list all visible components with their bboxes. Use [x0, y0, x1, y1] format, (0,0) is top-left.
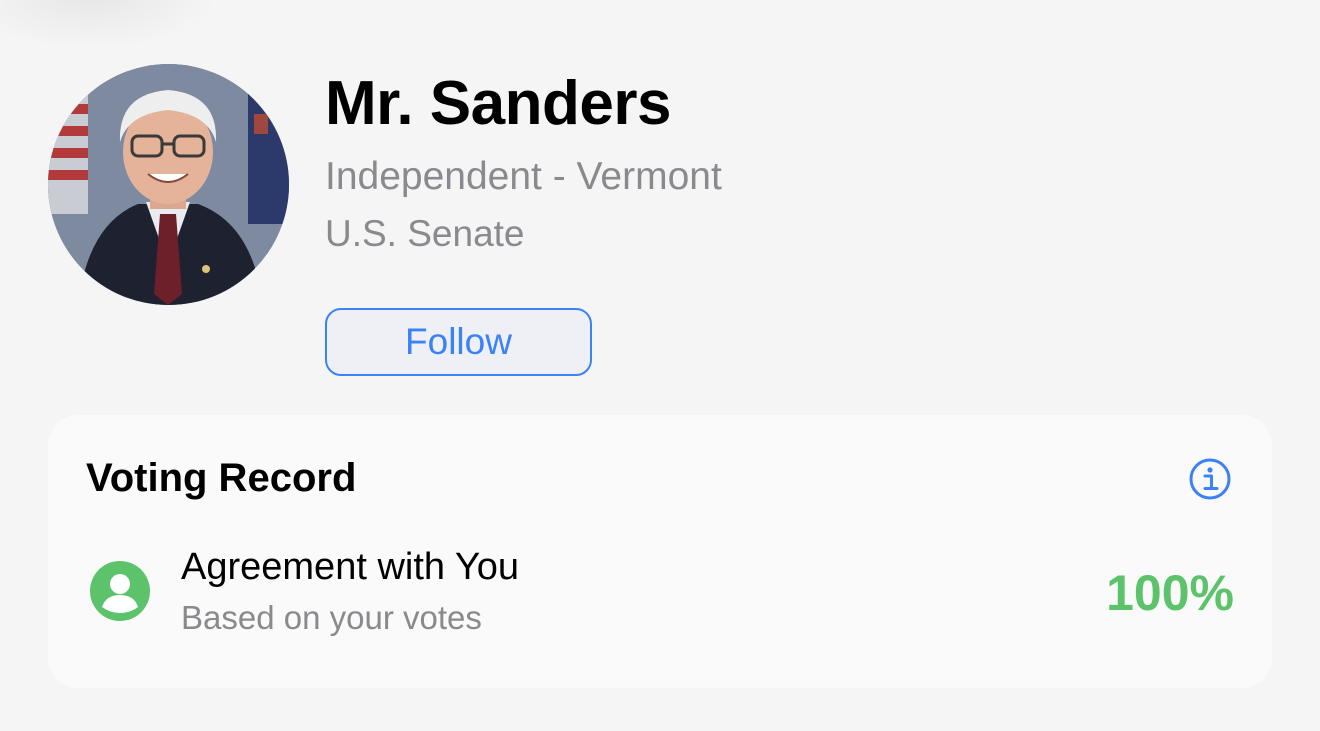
chamber-label: U.S. Senate	[325, 213, 525, 254]
avatar	[48, 64, 289, 305]
agreement-subtitle: Based on your votes	[181, 599, 482, 636]
follow-button[interactable]: Follow	[325, 308, 592, 376]
agreement-percentage: 100%	[1106, 565, 1234, 621]
profile-info: Mr. Sanders Independent - Vermont U.S. S…	[325, 64, 722, 376]
person-circle-icon	[90, 561, 150, 621]
avatar-photo	[48, 64, 289, 305]
background-shadow	[0, 0, 220, 50]
info-circle-icon[interactable]	[1188, 457, 1232, 501]
profile-name: Mr. Sanders	[325, 69, 671, 138]
profile-header: Mr. Sanders Independent - Vermont U.S. S…	[48, 64, 1278, 384]
party-state-label: Independent - Vermont	[325, 155, 722, 198]
agreement-title: Agreement with You	[181, 546, 520, 588]
voting-record-title: Voting Record	[86, 456, 357, 500]
agreement-row[interactable]: Agreement with You Based on your votes 1…	[86, 543, 1234, 643]
voting-record-card: Voting Record Agreement with You Based o…	[48, 415, 1272, 688]
